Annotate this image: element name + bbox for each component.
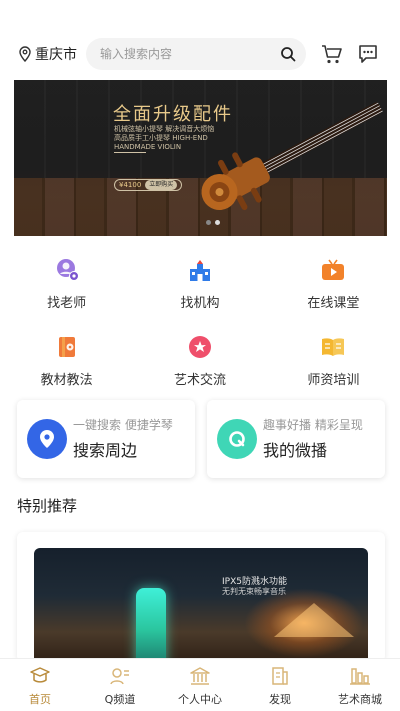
tab-label: 发现 (269, 693, 291, 706)
micro-broadcast-card[interactable]: 趣事好播 精彩呈现 我的微播 (207, 400, 385, 478)
speaker-product (136, 588, 166, 662)
online-class-icon (319, 256, 347, 284)
menu-label: 找老师 (47, 296, 87, 311)
card-title: 搜索周边 (73, 441, 138, 460)
profile-icon (189, 665, 211, 687)
search-bar[interactable] (86, 38, 306, 70)
promo-banner[interactable]: 全面升级配件 机械弦轴小提琴 解决调音大烦恼 高品质手工小提琴 HIGH-END… (14, 80, 387, 236)
menu-label: 在线课堂 (307, 296, 360, 311)
banner-buy-button[interactable]: 立即购买 (145, 180, 178, 190)
feature-cards: 一键搜索 便捷学琴 搜索周边 趣事好播 精彩呈现 我的微播 (17, 400, 385, 478)
card-subtitle: 一键搜索 便捷学琴 (73, 418, 173, 432)
bottom-tab-bar: 首页 Q频道 个人中心 发现 艺术商城 (0, 658, 400, 711)
tent-shape (274, 603, 354, 637)
discover-icon (269, 665, 291, 687)
recommend-line2: 无判无束畅享音乐 (222, 587, 286, 596)
menu-label: 教材教法 (40, 373, 93, 388)
search-icon[interactable] (280, 46, 296, 62)
banner-title: 全面升级配件 (113, 104, 233, 125)
tab-home[interactable]: 首页 (0, 659, 80, 711)
banner-subtitle: 机械弦轴小提琴 解决调音大烦恼 高品质手工小提琴 HIGH-END HANDMA… (114, 125, 215, 151)
banner-pagination (206, 220, 220, 225)
search-input[interactable] (100, 47, 280, 61)
banner-price-tag[interactable]: ¥4100 立即购买 (114, 179, 183, 191)
menu-textbook[interactable]: 教材教法 (0, 333, 133, 388)
textbook-icon (53, 333, 81, 361)
tab-profile[interactable]: 个人中心 (160, 659, 240, 711)
banner-divider (114, 152, 146, 153)
institution-icon (186, 256, 214, 284)
city-selector[interactable]: 重庆市 (18, 44, 77, 64)
tab-label: 个人中心 (178, 693, 222, 706)
tab-discover[interactable]: 发现 (240, 659, 320, 711)
banner-dot[interactable] (206, 220, 211, 225)
menu-online-class[interactable]: 在线课堂 (267, 256, 400, 311)
tab-label: 首页 (29, 693, 51, 706)
recommend-card[interactable]: IPX5防溅水功能 无判无束畅享音乐 (17, 532, 385, 662)
location-pin-icon (19, 46, 31, 62)
menu-training[interactable]: 师资培训 (267, 333, 400, 388)
tab-label: Q频道 (104, 693, 136, 706)
menu-label: 艺术交流 (173, 373, 226, 388)
mall-icon (349, 665, 371, 687)
channel-icon (109, 665, 131, 687)
tab-label: 艺术商城 (338, 693, 382, 706)
training-icon (319, 333, 347, 361)
menu-art-exchange[interactable]: 艺术交流 (133, 333, 266, 388)
menu-label: 师资培训 (307, 373, 360, 388)
location-icon (27, 419, 67, 459)
card-subtitle: 趣事好播 精彩呈现 (263, 418, 363, 432)
micro-broadcast-icon (217, 419, 257, 459)
category-menu: 找老师 找机构 在线课堂 教材教法 艺术交流 师资培训 (0, 256, 400, 388)
teacher-icon (53, 256, 81, 284)
home-icon (29, 665, 51, 687)
message-icon[interactable] (356, 42, 380, 66)
section-title: 特别推荐 (17, 497, 78, 515)
tab-q-channel[interactable]: Q频道 (80, 659, 160, 711)
search-nearby-card[interactable]: 一键搜索 便捷学琴 搜索周边 (17, 400, 195, 478)
tab-art-mall[interactable]: 艺术商城 (320, 659, 400, 711)
banner-price: ¥4100 (119, 181, 142, 189)
banner-dot-active[interactable] (215, 220, 220, 225)
art-exchange-icon (186, 333, 214, 361)
city-name: 重庆市 (35, 47, 77, 63)
top-header: 重庆市 (0, 34, 400, 74)
menu-find-institution[interactable]: 找机构 (133, 256, 266, 311)
card-title: 我的微播 (263, 441, 328, 460)
cart-icon[interactable] (320, 42, 344, 66)
menu-label: 找机构 (180, 296, 220, 311)
recommend-image[interactable]: IPX5防溅水功能 无判无束畅享音乐 (34, 548, 368, 662)
menu-find-teacher[interactable]: 找老师 (0, 256, 133, 311)
